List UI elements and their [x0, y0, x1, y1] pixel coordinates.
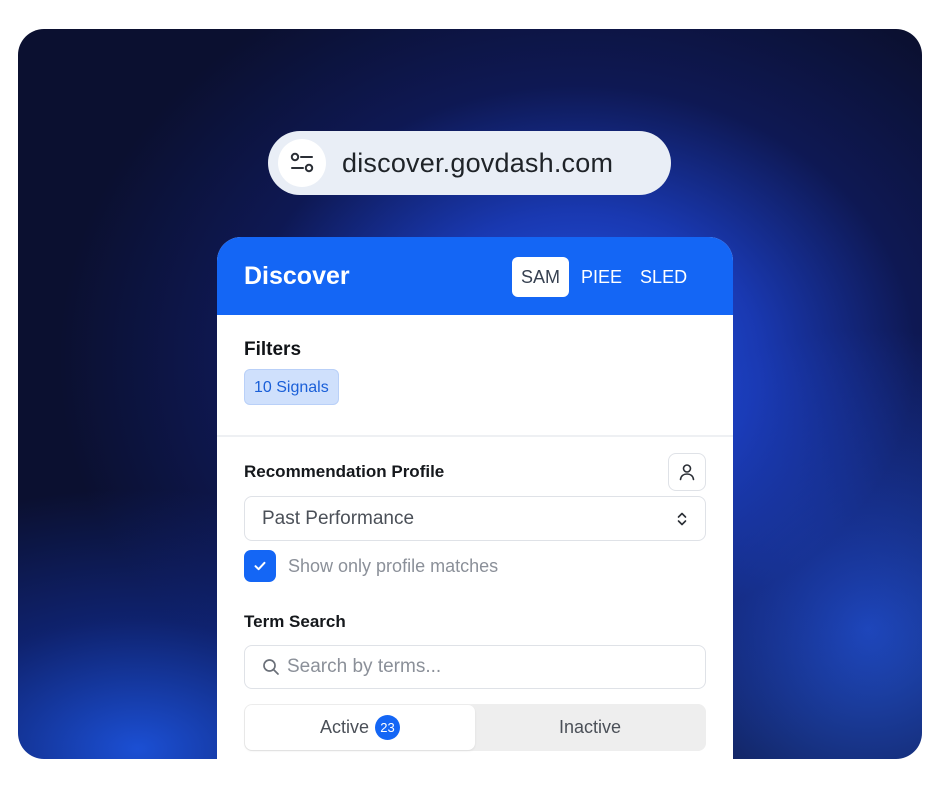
source-tab-sam[interactable]: SAM — [512, 257, 570, 297]
site-settings-icon — [290, 152, 314, 173]
tab-active[interactable]: Active 23 — [245, 705, 475, 750]
source-tab-piee[interactable]: PIEE — [572, 257, 631, 297]
filters-section: Filters 10 Signals — [217, 315, 733, 437]
recommendation-profile-label: Recommendation Profile — [244, 462, 445, 481]
profile-matches-label: Show only profile matches — [288, 555, 499, 576]
person-icon — [679, 464, 695, 481]
discover-panel: Discover SAM PIEE SLED Filters 10 Signal… — [217, 237, 733, 759]
browser-address-bar[interactable]: discover.govdash.com — [268, 131, 671, 195]
source-switcher: SAM PIEE SLED — [512, 257, 696, 297]
profile-select[interactable]: Past Performance — [244, 496, 706, 541]
filters-title: Filters — [244, 339, 302, 360]
tab-inactive[interactable]: Inactive — [475, 705, 705, 750]
active-count-badge: 23 — [375, 715, 401, 740]
profile-select-value: Past Performance — [262, 507, 415, 529]
check-icon — [254, 561, 266, 571]
panel-header: Discover SAM PIEE SLED — [217, 237, 733, 315]
site-settings-button[interactable] — [278, 139, 326, 187]
term-search-input[interactable] — [287, 656, 667, 678]
profile-matches-checkbox[interactable] — [244, 550, 276, 582]
tab-active-label: Active — [319, 717, 370, 737]
panel-title: Discover — [244, 261, 350, 290]
source-tab-sled[interactable]: SLED — [631, 257, 696, 297]
profile-section: Recommendation Profile Past Performance — [217, 437, 733, 751]
chevron-updown-icon — [677, 512, 687, 525]
tab-inactive-label: Inactive — [558, 717, 622, 737]
url-text[interactable]: discover.govdash.com — [342, 148, 613, 179]
profile-button[interactable] — [668, 453, 706, 491]
status-tabs: Active 23 Inactive — [244, 704, 706, 751]
search-icon — [263, 659, 279, 675]
signals-chip[interactable]: 10 Signals — [244, 369, 339, 405]
term-search-box[interactable] — [244, 645, 706, 689]
term-search-label: Term Search — [244, 612, 346, 631]
profile-matches-row[interactable]: Show only profile matches — [244, 550, 706, 582]
